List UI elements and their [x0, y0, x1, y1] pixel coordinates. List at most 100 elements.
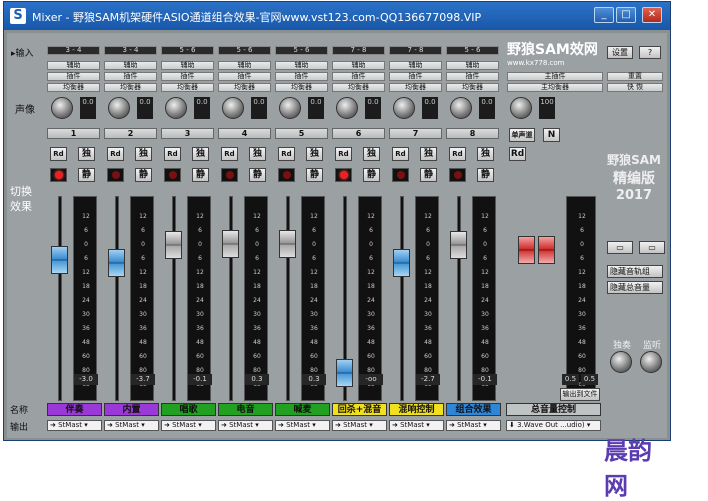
pan-knob-1[interactable] [51, 97, 73, 119]
solo-button-8[interactable]: 独 [477, 147, 494, 161]
main-eq-bar[interactable]: 主均衡器 [507, 83, 603, 92]
fast-button[interactable]: 快 恢 [607, 83, 663, 92]
output-select-1[interactable]: ➜ StMast ▾ [47, 420, 102, 431]
export-button[interactable]: 输出到文件 [560, 388, 600, 401]
fader-handle[interactable] [51, 246, 68, 274]
eq-bar-5[interactable]: 均衡器 [275, 83, 328, 92]
main-plugin-bar[interactable]: 主插件 [507, 72, 603, 81]
output-select-7[interactable]: ➜ StMast ▾ [389, 420, 444, 431]
master-read-button[interactable]: Rd [509, 147, 526, 161]
master-fader-r[interactable] [538, 236, 555, 264]
record-button-1[interactable] [50, 168, 67, 182]
plugin-bar-8[interactable]: 插件 [446, 72, 499, 81]
link-button-a[interactable]: ▭ [607, 241, 633, 254]
input-select-8[interactable]: 5 - 6 [446, 46, 499, 55]
master-fader-l[interactable] [518, 236, 535, 264]
hide-tracks-checkbox[interactable]: 隐藏音轨组 [607, 265, 663, 278]
output-select-5[interactable]: ➜ StMast ▾ [275, 420, 330, 431]
aux-bar-5[interactable]: 辅助 [275, 61, 328, 70]
input-select-1[interactable]: 3 - 4 [47, 46, 100, 55]
read-button-6[interactable]: Rd [335, 147, 352, 161]
pan-knob-3[interactable] [165, 97, 187, 119]
record-button-2[interactable] [107, 168, 124, 182]
aux-bar-3[interactable]: 辅助 [161, 61, 214, 70]
master-mono-button[interactable]: 单声道 [509, 128, 535, 142]
eq-bar-2[interactable]: 均衡器 [104, 83, 157, 92]
mute-button-4[interactable]: 静 [249, 168, 266, 182]
output-select-8[interactable]: ➜ StMast ▾ [446, 420, 501, 431]
output-select-6[interactable]: ➜ StMast ▾ [332, 420, 387, 431]
eq-bar-7[interactable]: 均衡器 [389, 83, 442, 92]
aux-bar-1[interactable]: 辅助 [47, 61, 100, 70]
pan-knob-6[interactable] [336, 97, 358, 119]
setup-button[interactable]: 设置 [607, 46, 633, 59]
eq-bar-4[interactable]: 均衡器 [218, 83, 271, 92]
master-n-button[interactable]: N [543, 128, 560, 142]
fader-handle[interactable] [222, 230, 239, 258]
mute-button-5[interactable]: 静 [306, 168, 323, 182]
master-output-select[interactable]: ⬇ 3.Wave Out ...udio) ▾ [506, 420, 601, 431]
record-button-6[interactable] [335, 168, 352, 182]
channel-name-8[interactable]: 组合效果 [446, 403, 501, 416]
fader-handle[interactable] [165, 231, 182, 259]
mute-button-2[interactable]: 静 [135, 168, 152, 182]
mute-button-8[interactable]: 静 [477, 168, 494, 182]
master-pan-knob[interactable] [510, 97, 532, 119]
aux-bar-7[interactable]: 辅助 [389, 61, 442, 70]
read-button-4[interactable]: Rd [221, 147, 238, 161]
input-select-6[interactable]: 7 - 8 [332, 46, 385, 55]
read-button-1[interactable]: Rd [50, 147, 67, 161]
minimize-button[interactable]: _ [594, 7, 614, 23]
hide-master-checkbox[interactable]: 隐藏总音量 [607, 281, 663, 294]
eq-bar-6[interactable]: 均衡器 [332, 83, 385, 92]
aux-bar-6[interactable]: 辅助 [332, 61, 385, 70]
record-button-7[interactable] [392, 168, 409, 182]
solo-knob[interactable] [610, 351, 632, 373]
channel-name-6[interactable]: 回杀+混音 [332, 403, 387, 416]
plugin-bar-5[interactable]: 插件 [275, 72, 328, 81]
read-button-5[interactable]: Rd [278, 147, 295, 161]
aux-bar-8[interactable]: 辅助 [446, 61, 499, 70]
read-button-3[interactable]: Rd [164, 147, 181, 161]
aux-bar-4[interactable]: 辅助 [218, 61, 271, 70]
plugin-bar-7[interactable]: 插件 [389, 72, 442, 81]
solo-button-3[interactable]: 独 [192, 147, 209, 161]
input-select-5[interactable]: 5 - 6 [275, 46, 328, 55]
help-button[interactable]: ? [639, 46, 661, 59]
monitor-knob[interactable] [640, 351, 662, 373]
plugin-bar-4[interactable]: 插件 [218, 72, 271, 81]
read-button-2[interactable]: Rd [107, 147, 124, 161]
pan-knob-7[interactable] [393, 97, 415, 119]
pan-knob-4[interactable] [222, 97, 244, 119]
solo-button-7[interactable]: 独 [420, 147, 437, 161]
fader-handle[interactable] [108, 249, 125, 277]
read-button-8[interactable]: Rd [449, 147, 466, 161]
aux-bar-2[interactable]: 辅助 [104, 61, 157, 70]
channel-name-3[interactable]: 唱歌 [161, 403, 216, 416]
input-select-3[interactable]: 5 - 6 [161, 46, 214, 55]
channel-name-7[interactable]: 混响控制 [389, 403, 444, 416]
solo-button-1[interactable]: 独 [78, 147, 95, 161]
link-button-b[interactable]: ▭ [639, 241, 665, 254]
pan-knob-5[interactable] [279, 97, 301, 119]
mute-button-7[interactable]: 静 [420, 168, 437, 182]
solo-button-4[interactable]: 独 [249, 147, 266, 161]
solo-button-2[interactable]: 独 [135, 147, 152, 161]
close-button[interactable]: ✕ [642, 7, 662, 23]
fader-handle[interactable] [393, 249, 410, 277]
fader-handle[interactable] [279, 230, 296, 258]
eq-bar-8[interactable]: 均衡器 [446, 83, 499, 92]
eq-bar-1[interactable]: 均衡器 [47, 83, 100, 92]
solo-button-5[interactable]: 独 [306, 147, 323, 161]
read-button-7[interactable]: Rd [392, 147, 409, 161]
record-button-3[interactable] [164, 168, 181, 182]
reset-button[interactable]: 重置 [607, 72, 663, 81]
plugin-bar-2[interactable]: 插件 [104, 72, 157, 81]
eq-bar-3[interactable]: 均衡器 [161, 83, 214, 92]
plugin-bar-3[interactable]: 插件 [161, 72, 214, 81]
input-select-2[interactable]: 3 - 4 [104, 46, 157, 55]
plugin-bar-1[interactable]: 插件 [47, 72, 100, 81]
record-button-5[interactable] [278, 168, 295, 182]
maximize-button[interactable]: □ [616, 7, 636, 23]
mute-button-3[interactable]: 静 [192, 168, 209, 182]
